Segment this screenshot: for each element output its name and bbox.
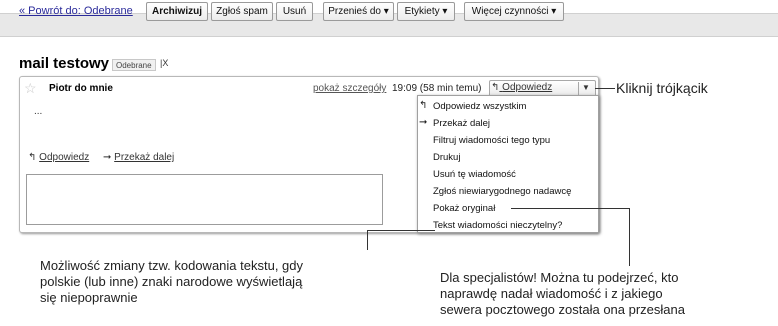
- delete-button[interactable]: Usuń: [276, 2, 313, 21]
- star-icon[interactable]: ☆: [24, 80, 37, 97]
- message-time: 19:09 (58 min temu): [392, 83, 482, 94]
- annotation-specialists-line3: sewera pocztowego została ona przesłana: [440, 302, 685, 317]
- menu-item-delete[interactable]: Usuń tę wiadomość: [433, 169, 516, 180]
- reply-arrow-icon: ↰: [491, 82, 500, 93]
- remove-label-button[interactable]: |X: [160, 58, 168, 68]
- more-actions-button[interactable]: Więcej czynności ▾: [464, 2, 564, 21]
- show-details-link[interactable]: pokaż szczegóły: [313, 83, 386, 94]
- reply-textarea[interactable]: [26, 174, 383, 225]
- annotation-leader-encoding-v: [367, 230, 368, 250]
- inbox-label-chip[interactable]: Odebrane: [112, 59, 156, 71]
- annotation-encoding: Możliwość zmiany tzw. kodowania tekstu, …: [40, 258, 303, 306]
- annotation-leader-original-h: [511, 208, 630, 209]
- move-to-button[interactable]: Przenieś do ▾: [323, 2, 394, 21]
- annotation-leader-triangle: [595, 88, 615, 89]
- annotation-specialists-line1: Dla specjalistów! Można tu podejrzeć, kt…: [440, 270, 679, 285]
- back-to-inbox-link[interactable]: « Powrót do: Odebrane: [19, 5, 133, 17]
- message-body-snippet[interactable]: ...: [34, 106, 42, 117]
- report-spam-button[interactable]: Zgłoś spam: [211, 2, 273, 21]
- menu-item-show-original[interactable]: Pokaż oryginał: [433, 203, 495, 214]
- menu-item-text-encoding[interactable]: Tekst wiadomości nieczytelny?: [433, 220, 562, 231]
- labels-button[interactable]: Etykiety ▾: [397, 2, 455, 21]
- archive-button[interactable]: Archiwizuj: [146, 2, 208, 21]
- menu-item-print[interactable]: Drukuj: [433, 152, 460, 163]
- annotation-encoding-line2: polskie (lub inne) znaki narodowe wyświe…: [40, 274, 303, 289]
- menu-item-reply-all[interactable]: Odpowiedz wszystkim: [433, 101, 526, 112]
- reply-arrow-icon: ↰: [28, 152, 37, 163]
- reply-button[interactable]: ↰ Odpowiedz: [491, 82, 552, 93]
- menu-item-filter[interactable]: Filtruj wiadomości tego typu: [433, 135, 550, 146]
- annotation-specialists-line2: naprawdę nadał wiadomość i z jakiego: [440, 286, 663, 301]
- sender-name: Piotr do mnie: [49, 83, 113, 94]
- bottom-forward-link[interactable]: ➞ Przekaż dalej: [103, 152, 174, 163]
- reply-separator: [578, 82, 579, 95]
- bottom-forward-label[interactable]: Przekaż dalej: [114, 152, 174, 163]
- menu-item-forward[interactable]: Przekaż dalej: [433, 118, 490, 129]
- annotation-leader-original-v: [629, 208, 630, 266]
- remove-label-x[interactable]: X: [162, 58, 168, 68]
- message-subject: mail testowy: [19, 55, 110, 72]
- annotation-encoding-line3: się niepoprawnie: [40, 290, 138, 305]
- forward-arrow-icon: ➞: [103, 152, 112, 163]
- annotation-encoding-line1: Możliwość zmiany tzw. kodowania tekstu, …: [40, 258, 303, 273]
- reply-all-icon: ↰: [419, 100, 428, 111]
- annotation-click-triangle: Kliknij trójkącik: [616, 80, 708, 96]
- annotation-leader-encoding-h: [367, 230, 435, 231]
- reply-button-label: Odpowiedz: [502, 82, 553, 93]
- reply-dropdown-triangle[interactable]: ▼: [582, 83, 590, 92]
- menu-item-report-sender[interactable]: Zgłoś niewiarygodnego nadawcę: [433, 186, 571, 197]
- bottom-reply-link[interactable]: ↰ Odpowiedz: [28, 152, 89, 163]
- forward-arrow-icon: ➞: [419, 117, 428, 128]
- bottom-reply-label[interactable]: Odpowiedz: [39, 152, 89, 163]
- annotation-specialists: Dla specjalistów! Można tu podejrzeć, kt…: [440, 270, 685, 318]
